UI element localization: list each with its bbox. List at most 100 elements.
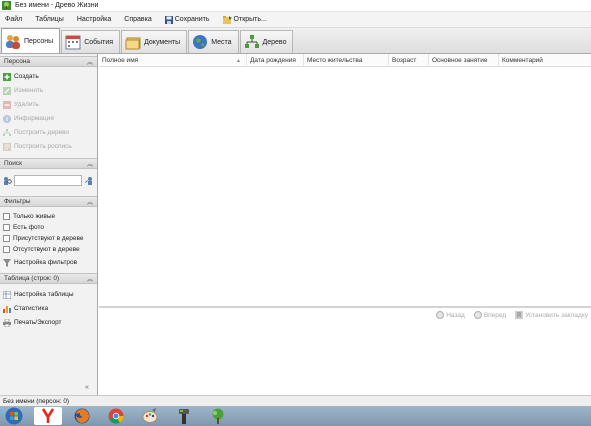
collapse-panel-button[interactable]: « — [85, 384, 89, 391]
info-label: Информация — [14, 115, 54, 122]
open-button[interactable]: Открыть... — [222, 15, 267, 24]
tool-icon — [179, 409, 189, 424]
printer-icon — [3, 318, 11, 327]
filter-label: Отсутствуют в дереве — [13, 246, 80, 253]
status-bar: Без имени (персон: 0) — [0, 395, 591, 406]
menu-help[interactable]: Справка — [124, 16, 151, 23]
table-settings-icon — [3, 290, 11, 299]
statistics-label: Статистика — [14, 305, 49, 312]
menu-tables[interactable]: Таблицы — [35, 16, 64, 23]
set-bookmark-button[interactable]: Установить закладку — [515, 311, 588, 319]
calendar-icon — [65, 35, 81, 50]
menu-bar: Файл Таблицы Настройка Справка Сохранить… — [0, 12, 591, 28]
taskbar-chrome[interactable] — [102, 407, 130, 425]
taskbar-tool[interactable] — [170, 407, 198, 425]
column-header-birth-date[interactable]: Дата рождения — [247, 54, 304, 67]
filters-section-header[interactable]: Фильтры ︽ — [0, 196, 97, 207]
tab-persons[interactable]: Персоны — [1, 28, 61, 53]
checkbox[interactable] — [3, 235, 10, 242]
collapse-chevron-icon[interactable]: ︽ — [87, 197, 93, 206]
filter-settings-button[interactable]: Настройка фильтров — [3, 257, 77, 268]
person-section-header[interactable]: Персона ︽ — [0, 56, 97, 67]
navigation-bar: Назад Вперед Установить закладку — [99, 308, 591, 322]
column-header-full-name[interactable]: Полное имя ▲ — [99, 54, 247, 67]
checkbox[interactable] — [3, 224, 10, 231]
family-tree-icon — [244, 35, 259, 48]
print-export-button[interactable]: Печать/Экспорт — [3, 317, 62, 328]
info-button[interactable]: Информация — [3, 113, 54, 124]
search-section-title: Поиск — [4, 160, 23, 167]
filter-label: Есть фото — [13, 224, 45, 231]
tab-tree[interactable]: Дерево — [239, 30, 294, 53]
filter-settings-label: Настройка фильтров — [14, 259, 78, 266]
build-listing-label: Построить роспись — [14, 143, 72, 150]
column-header-residence[interactable]: Место жительства — [304, 54, 389, 67]
filter-has-photo[interactable]: Есть фото — [3, 222, 44, 233]
search-person-icon[interactable] — [3, 176, 12, 185]
filter-funnel-icon — [3, 258, 11, 267]
create-person-button[interactable]: Создать — [3, 71, 39, 82]
documents-icon — [125, 37, 141, 50]
edit-person-button[interactable]: Изменить — [3, 85, 43, 96]
menu-settings[interactable]: Настройка — [77, 16, 111, 23]
taskbar-paint[interactable] — [136, 407, 164, 425]
globe-icon — [193, 35, 208, 49]
tab-places[interactable]: Места — [188, 30, 239, 53]
filter-in-tree[interactable]: Присутствуют в дереве — [3, 233, 84, 244]
bookmark-icon — [515, 311, 524, 319]
menu-file[interactable]: Файл — [5, 16, 22, 23]
left-panel: Персона ︽ Создать Изменить Удалить Инфор… — [0, 54, 98, 395]
filter-not-in-tree[interactable]: Отсутствуют в дереве — [3, 244, 80, 255]
checkbox[interactable] — [3, 246, 10, 253]
floppy-disk-icon — [164, 15, 173, 24]
table-settings-label: Настройка таблицы — [14, 291, 74, 298]
collapse-chevron-icon[interactable]: ︽ — [87, 57, 93, 66]
checkbox[interactable] — [3, 213, 10, 220]
tree-icon — [3, 128, 11, 136]
back-button[interactable]: Назад — [436, 311, 465, 319]
tab-events-label: События — [84, 38, 114, 46]
taskbar-firefox[interactable] — [68, 407, 96, 425]
collapse-chevron-icon[interactable]: ︽ — [87, 274, 93, 283]
tab-events[interactable]: События — [61, 30, 121, 53]
column-header-occupation[interactable]: Основное занятие — [429, 54, 499, 67]
tab-documents[interactable]: Документы — [121, 30, 188, 53]
delete-label: Удалить — [14, 101, 39, 108]
build-listing-button[interactable]: Построить роспись — [3, 141, 72, 152]
build-tree-button[interactable]: Построить дерево — [3, 127, 69, 138]
table-section-title: Таблица (строк: 0) — [4, 275, 60, 282]
add-icon — [3, 72, 11, 81]
tab-bar: Персоны События Документы Места Дерево — [0, 28, 591, 54]
column-header-comment[interactable]: Комментарий — [499, 54, 591, 67]
create-label: Создать — [14, 73, 39, 80]
search-input[interactable] — [14, 175, 82, 186]
find-person-icon[interactable] — [85, 176, 94, 185]
filter-alive-only[interactable]: Только живые — [3, 211, 55, 222]
edit-label: Изменить — [14, 87, 44, 94]
collapse-chevron-icon[interactable]: ︽ — [87, 159, 93, 168]
filters-section-title: Фильтры — [4, 198, 31, 205]
taskbar-family-tree[interactable] — [204, 407, 232, 425]
taskbar-yandex-browser[interactable] — [34, 407, 62, 425]
save-button[interactable]: Сохранить — [164, 15, 210, 24]
search-section-header[interactable]: Поиск ︽ — [0, 158, 97, 169]
table-section-header[interactable]: Таблица (строк: 0) ︽ — [0, 273, 97, 284]
back-arrow-icon — [436, 311, 445, 319]
column-header-age[interactable]: Возраст — [389, 54, 429, 67]
window-title: Без имени - Древо Жизни — [15, 2, 99, 9]
tab-persons-label: Персоны — [24, 37, 54, 45]
windows-start-button[interactable] — [0, 407, 28, 425]
table-settings-button[interactable]: Настройка таблицы — [3, 289, 74, 300]
paint-icon — [142, 408, 158, 423]
persons-grid[interactable]: Полное имя ▲ Дата рождения Место жительс… — [99, 54, 591, 306]
tab-tree-label: Дерево — [262, 38, 287, 46]
delete-person-button[interactable]: Удалить — [3, 99, 39, 110]
statistics-button[interactable]: Статистика — [3, 303, 48, 314]
grid-header: Полное имя ▲ Дата рождения Место жительс… — [99, 54, 591, 67]
forward-button[interactable]: Вперед — [473, 311, 506, 319]
title-bar: Без имени - Древо Жизни — [0, 0, 591, 12]
open-folder-icon — [222, 15, 232, 24]
windows-start-icon — [5, 407, 23, 425]
persons-icon — [6, 35, 20, 49]
build-tree-label: Построить дерево — [14, 129, 70, 136]
